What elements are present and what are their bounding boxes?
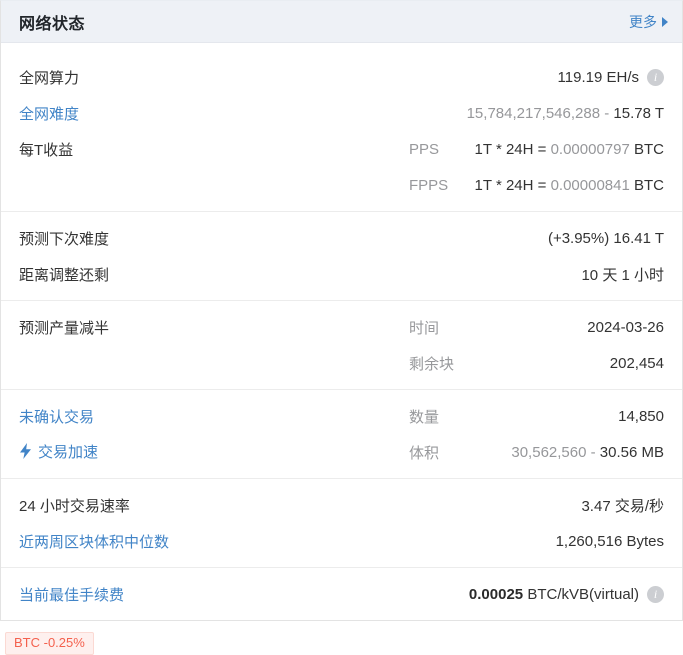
row-label-cell: 全网算力 xyxy=(19,67,409,88)
tx-rate-24h-label: 24 小时交易速率 xyxy=(19,497,130,515)
row-label-cell: 当前最佳手续费 xyxy=(19,584,409,605)
earnings-per-t-fpps-value: 1T * 24H = 0.00000841 BTC xyxy=(448,177,664,194)
time-to-adjustment-value: 10 天 1 小时 xyxy=(409,264,664,285)
sub-label: FPPS xyxy=(409,176,449,194)
transaction-acceleration-value: 30,562,560 - 30.56 MB xyxy=(439,444,664,461)
row-label-cell: 未确认交易 xyxy=(19,406,409,427)
card-body: 全网算力 119.19 EH/s i 全网难度 15,784,217,546,288 -… xyxy=(1,43,682,620)
info-icon[interactable]: i xyxy=(647,68,664,86)
value-text: (+3.95%) 16.41 T xyxy=(547,229,664,247)
row-network-hashrate: 全网算力 119.19 EH/s i xyxy=(19,59,664,95)
network-hashrate-label: 全网算力 xyxy=(19,69,80,87)
row-current-best-fee: 当前最佳手续费 0.00025 BTC/kVB(virtual) i xyxy=(19,576,664,612)
median-block-size-2w-label[interactable]: 近两周区块体积中位数 xyxy=(19,531,169,552)
section: 24 小时交易速率 3.47 交易/秒近两周区块体积中位数 1,260,516 By… xyxy=(1,478,682,567)
network-hashrate-value: 119.19 EH/s i xyxy=(409,68,664,86)
row-label-cell: 每T收益 xyxy=(19,139,409,160)
lightning-icon xyxy=(20,443,31,460)
unconfirmed-transactions-value: 14,850 xyxy=(439,408,664,425)
row-predicted-next-difficulty: 预测下次难度 (+3.95%) 16.41 T xyxy=(19,220,664,256)
more-arrow-icon xyxy=(662,16,668,27)
more-link[interactable]: 更多 xyxy=(629,12,668,32)
more-link-label: 更多 xyxy=(629,13,657,30)
earnings-per-t-pps-value: 1T * 24H = 0.00000797 BTC xyxy=(439,141,664,158)
section: 全网算力 119.19 EH/s i 全网难度 15,784,217,546,288 -… xyxy=(1,43,682,211)
value-text: 30,562,560 - 30.56 MB xyxy=(511,443,664,461)
row-label-cell: 距离调整还剩 xyxy=(19,264,409,285)
sub-label: 数量 xyxy=(409,408,440,426)
transaction-acceleration-label[interactable]: 交易加速 xyxy=(19,441,98,462)
value-text: 14,850 xyxy=(618,407,664,425)
section: 预测下次难度 (+3.95%) 16.41 T 距离调整还剩 10 天 1 小时 xyxy=(1,211,682,300)
current-best-fee-value: 0.00025 BTC/kVB(virtual) i xyxy=(409,585,664,603)
info-icon[interactable]: i xyxy=(647,585,664,603)
network-difficulty-label[interactable]: 全网难度 xyxy=(19,103,79,124)
row-median-block-size-2w: 近两周区块体积中位数 1,260,516 Bytes xyxy=(19,523,664,559)
predicted-next-difficulty-label: 预测下次难度 xyxy=(19,230,110,248)
sub-label: 时间 xyxy=(409,319,440,337)
sub-label: 剩余块 xyxy=(409,355,455,373)
section: 未确认交易 数量 14,850 交易加速 体积 30,562,560 - 30.56 MB xyxy=(1,389,682,478)
median-block-size-2w-value: 1,260,516 Bytes xyxy=(409,533,664,550)
time-to-adjustment-label: 距离调整还剩 xyxy=(19,266,110,284)
tx-rate-24h-value: 3.47 交易/秒 xyxy=(409,495,664,516)
value-text: 1T * 24H = 0.00000797 BTC xyxy=(474,140,664,158)
section: 当前最佳手续费 0.00025 BTC/kVB(virtual) i xyxy=(1,567,682,620)
card-header: 网络状态 更多 xyxy=(1,1,682,43)
row-label-cell: 预测产量减半 xyxy=(19,317,409,338)
unconfirmed-transactions-label[interactable]: 未确认交易 xyxy=(19,406,94,427)
earnings-per-t-pps-label: 每T收益 xyxy=(19,141,74,159)
row-label-cell: 预测下次难度 xyxy=(19,228,409,249)
value-text: 0.00025 BTC/kVB(virtual) xyxy=(468,585,639,603)
value-text: 202,454 xyxy=(609,354,664,372)
row-time-to-adjustment: 距离调整还剩 10 天 1 小时 xyxy=(19,256,664,292)
value-text: 3.47 交易/秒 xyxy=(581,497,664,515)
current-best-fee-label[interactable]: 当前最佳手续费 xyxy=(19,584,124,605)
value-text: 10 天 1 小时 xyxy=(581,266,664,284)
network-status-card: 网络状态 更多 全网算力 119.19 EH/s i 全网难度 15,784,217,5… xyxy=(0,0,683,621)
predicted-halving-time-value: 2024-03-26 xyxy=(439,319,664,336)
card-title: 网络状态 xyxy=(19,15,86,33)
sub-label: 体积 xyxy=(409,444,440,462)
row-unconfirmed-transactions: 未确认交易 数量 14,850 xyxy=(19,398,664,434)
sub-label: PPS xyxy=(409,140,440,158)
row-label-cell: 交易加速 xyxy=(19,441,409,464)
row-label-cell: 近两周区块体积中位数 xyxy=(19,531,409,552)
value-text: 1,260,516 Bytes xyxy=(555,532,664,550)
row-network-difficulty: 全网难度 15,784,217,546,288 - 15.78 T xyxy=(19,95,664,131)
row-predicted-halving-blocks: 剩余块 202,454 xyxy=(19,345,664,381)
value-text: 1T * 24H = 0.00000841 BTC xyxy=(474,176,664,194)
row-tx-rate-24h: 24 小时交易速率 3.47 交易/秒 xyxy=(19,487,664,523)
predicted-next-difficulty-value: (+3.95%) 16.41 T xyxy=(409,230,664,247)
row-earnings-per-t-pps: 每T收益 PPS 1T * 24H = 0.00000797 BTC xyxy=(19,131,664,167)
row-transaction-acceleration: 交易加速 体积 30,562,560 - 30.56 MB xyxy=(19,434,664,470)
row-label-cell: 24 小时交易速率 xyxy=(19,495,409,516)
value-text: 15,784,217,546,288 - 15.78 T xyxy=(466,104,664,122)
row-label-cell: 全网难度 xyxy=(19,103,409,124)
predicted-halving-blocks-value: 202,454 xyxy=(454,355,664,372)
value-text: 119.19 EH/s xyxy=(557,68,639,86)
network-difficulty-value: 15,784,217,546,288 - 15.78 T xyxy=(409,105,664,122)
row-earnings-per-t-fpps: FPPS 1T * 24H = 0.00000841 BTC xyxy=(19,167,664,203)
predicted-halving-time-label: 预测产量减半 xyxy=(19,319,110,337)
section: 预测产量减半 时间 2024-03-26 剩余块 202,454 xyxy=(1,300,682,389)
row-predicted-halving-time: 预测产量减半 时间 2024-03-26 xyxy=(19,309,664,345)
value-text: 2024-03-26 xyxy=(587,318,664,336)
